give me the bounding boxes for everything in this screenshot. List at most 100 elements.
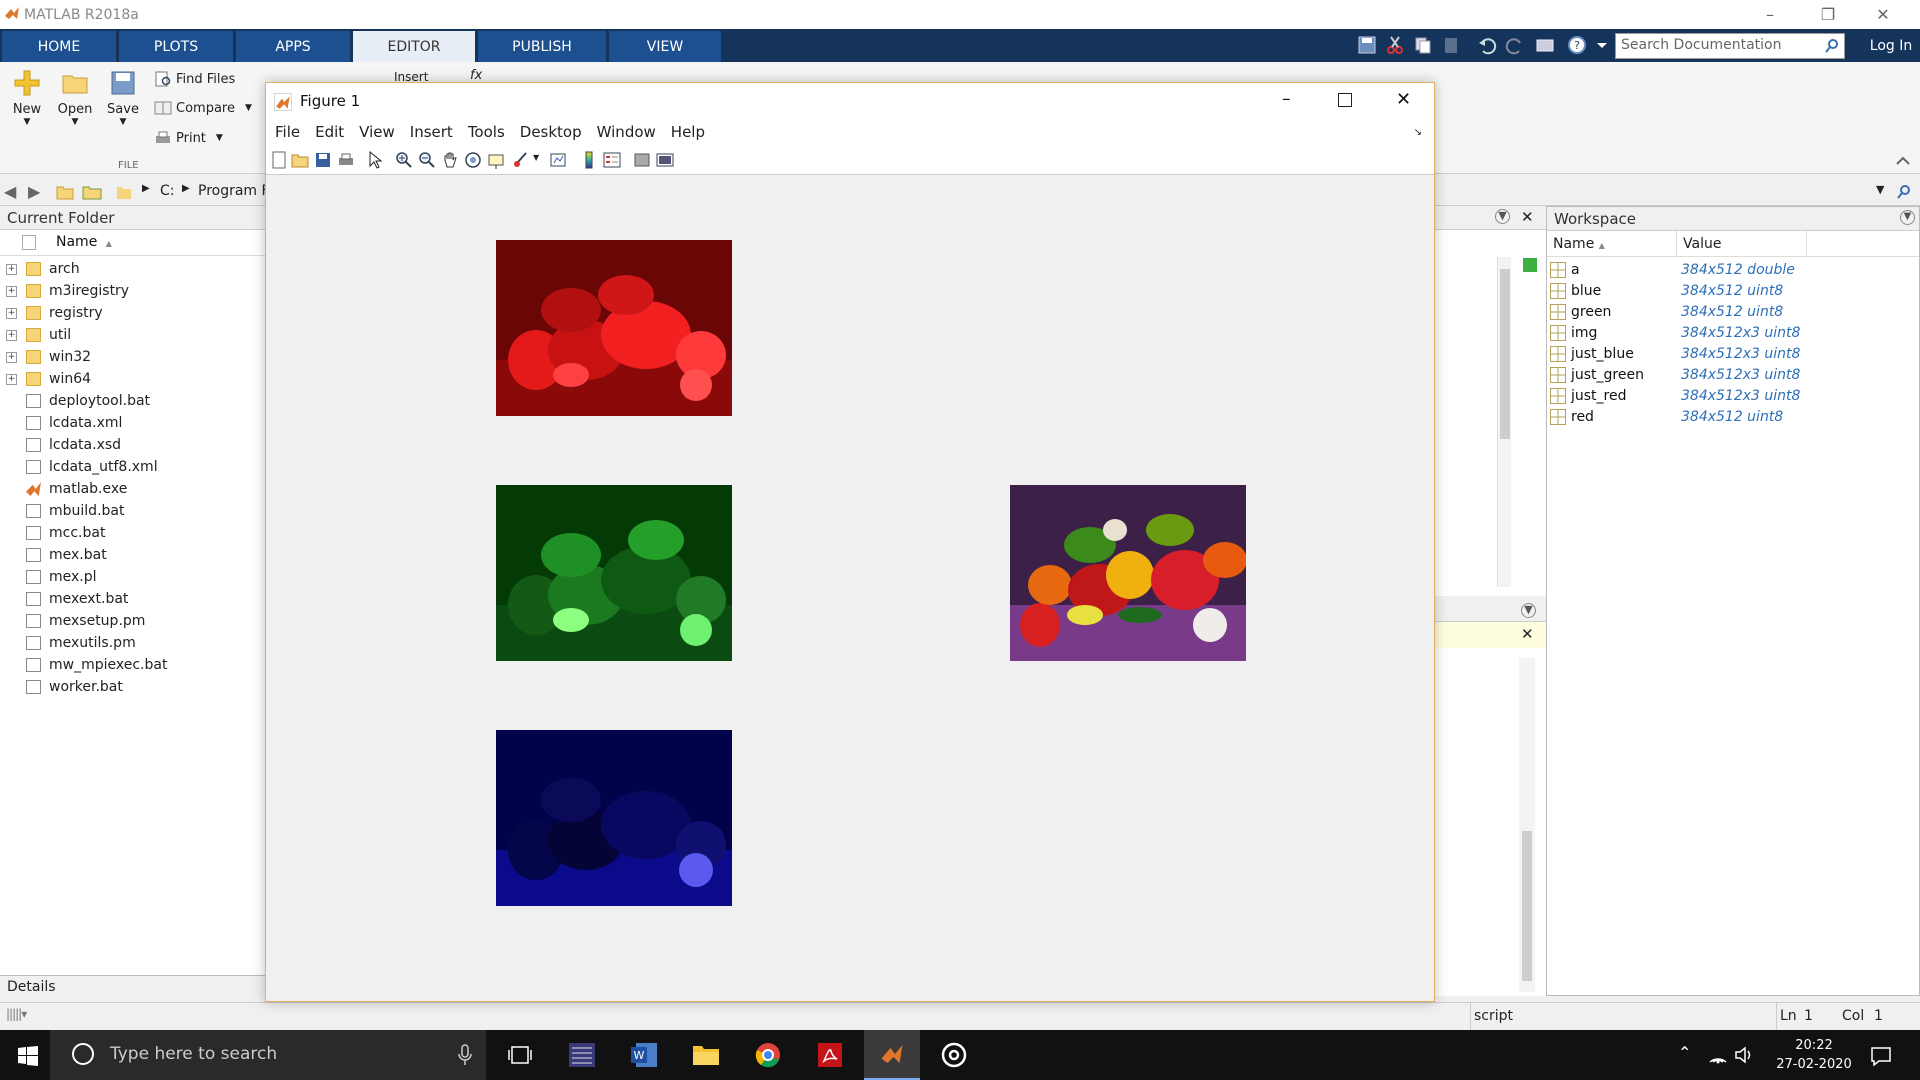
notifications-icon[interactable] [1870,1046,1892,1066]
expand-icon[interactable]: + [6,285,17,297]
find-files-button[interactable]: Find Files [154,70,235,88]
workspace-variable-row[interactable]: blue 384x512 uint8 [1547,280,1919,301]
folder-name-column-header[interactable]: Name ▲ [0,230,265,256]
data-cursor-icon[interactable] [487,151,505,169]
menu-file[interactable]: File [275,123,300,141]
folder-list-item[interactable]: + util [0,324,265,346]
search-icon[interactable] [1824,38,1840,54]
notification-close-icon[interactable]: ✕ [1521,625,1534,643]
blue-channel-image[interactable] [496,730,732,906]
search-documentation-input[interactable]: Search Documentation [1615,33,1845,59]
file-list-item[interactable]: mexext.bat [0,588,265,610]
menu-view[interactable]: View [359,123,395,141]
details-panel[interactable]: Details [0,975,266,997]
taskbar-search-box[interactable]: Type here to search [50,1030,486,1080]
red-channel-image[interactable] [496,240,732,416]
new-button[interactable]: New ▼ [8,68,46,127]
original-color-image[interactable] [1010,485,1246,661]
file-list-item[interactable]: mcc.bat [0,522,265,544]
volume-icon[interactable] [1734,1046,1754,1064]
tab-plots[interactable]: PLOTS [119,31,233,62]
menu-window[interactable]: Window [597,123,656,141]
print-figure-icon[interactable] [337,151,355,169]
path-segment[interactable]: Program F [198,183,270,199]
workspace-options-icon[interactable]: ▼ [1900,210,1915,225]
expand-icon[interactable]: + [6,351,17,363]
path-dropdown-icon[interactable]: ▼ [1876,183,1884,196]
expand-icon[interactable]: + [6,373,17,385]
select-arrow-icon[interactable] [366,151,384,169]
folder-list-item[interactable]: + registry [0,302,265,324]
menu-help[interactable]: Help [671,123,705,141]
copy-icon[interactable] [1413,35,1433,55]
folder-list-item[interactable]: + win32 [0,346,265,368]
workspace-variable-row[interactable]: just_red 384x512x3 uint8 [1547,385,1919,406]
back-arrow-icon[interactable]: ◀ [4,182,16,201]
tab-editor[interactable]: EDITOR [353,31,475,62]
menu-desktop[interactable]: Desktop [520,123,582,141]
editor-scroll-thumb[interactable] [1500,269,1510,439]
file-explorer-icon[interactable] [678,1030,734,1080]
command-options-icon[interactable]: ▼ [1521,603,1536,618]
save-ribbon-button[interactable]: Save ▼ [104,68,142,127]
chevron-down-icon[interactable] [1592,35,1612,55]
workspace-variable-row[interactable]: just_green 384x512x3 uint8 [1547,364,1919,385]
folder-list-item[interactable]: + m3iregistry [0,280,265,302]
taskbar-clock[interactable]: 20:22 27-02-2020 [1764,1036,1864,1076]
tab-home[interactable]: HOME [2,31,116,62]
save-figure-icon[interactable] [314,151,332,169]
file-list-item[interactable]: mex.pl [0,566,265,588]
legend-icon[interactable] [603,151,621,169]
print-button[interactable]: Print ▼ [154,129,223,147]
file-list-item[interactable]: worker.bat [0,676,265,698]
ws-value-header[interactable]: Value [1677,231,1807,256]
show-hidden-icons-icon[interactable]: ⌃ [1678,1043,1691,1062]
brush-dropdown-icon[interactable]: ▼ [533,153,539,162]
editor-options-icon[interactable]: ▼ [1495,209,1510,224]
link-plot-icon[interactable] [549,151,567,169]
command-scrollbar[interactable] [1519,658,1535,992]
browse-folder-icon[interactable] [82,184,102,200]
menu-tools[interactable]: Tools [468,123,505,141]
word-app-icon[interactable]: W [616,1030,672,1080]
file-list-item[interactable]: mbuild.bat [0,500,265,522]
minimize-button[interactable]: – [1747,0,1793,29]
workspace-variable-row[interactable]: img 384x512x3 uint8 [1547,322,1919,343]
menu-edit[interactable]: Edit [315,123,344,141]
search-folder-icon[interactable] [1896,184,1912,200]
pan-hand-icon[interactable] [441,151,459,169]
paste-icon[interactable] [1441,35,1461,55]
tab-publish[interactable]: PUBLISH [478,31,606,62]
up-folder-icon[interactable] [56,184,74,200]
figure-maximize-button[interactable] [1338,93,1352,107]
windows-start-icon[interactable] [18,1046,38,1066]
show-plot-tools-icon[interactable] [656,151,674,169]
folder-list-item[interactable]: + win64 [0,368,265,390]
brush-icon[interactable] [512,151,530,169]
zoom-in-icon[interactable] [395,151,413,169]
switch-windows-icon[interactable] [1535,35,1555,55]
open-file-icon[interactable] [291,151,309,169]
workspace-variable-row[interactable]: just_blue 384x512x3 uint8 [1547,343,1919,364]
command-scroll-thumb[interactable] [1522,831,1532,981]
dock-figure-icon[interactable]: ↘ [1414,127,1422,138]
fx-label[interactable]: fx [470,68,482,83]
folder-list-item[interactable]: + arch [0,258,265,280]
zoom-out-icon[interactable] [418,151,436,169]
help-icon[interactable]: ? [1567,35,1587,55]
file-list-item[interactable]: lcdata.xsd [0,434,265,456]
file-list-item[interactable]: deploytool.bat [0,390,265,412]
file-list-item[interactable]: mexsetup.pm [0,610,265,632]
compare-button[interactable]: Compare ▼ [154,99,252,117]
file-list-item[interactable]: lcdata.xml [0,412,265,434]
path-drive[interactable]: C: [160,183,175,199]
microphone-icon[interactable] [458,1044,472,1066]
rotate-3d-icon[interactable] [464,151,482,169]
login-button[interactable]: Log In [1862,29,1920,62]
calculator-app-icon[interactable] [554,1030,610,1080]
matlab-app-icon[interactable] [864,1030,920,1080]
open-button[interactable]: Open ▼ [56,68,94,127]
undo-icon[interactable] [1477,35,1497,55]
task-view-icon[interactable] [492,1030,548,1080]
restore-button[interactable]: ❐ [1805,0,1851,29]
